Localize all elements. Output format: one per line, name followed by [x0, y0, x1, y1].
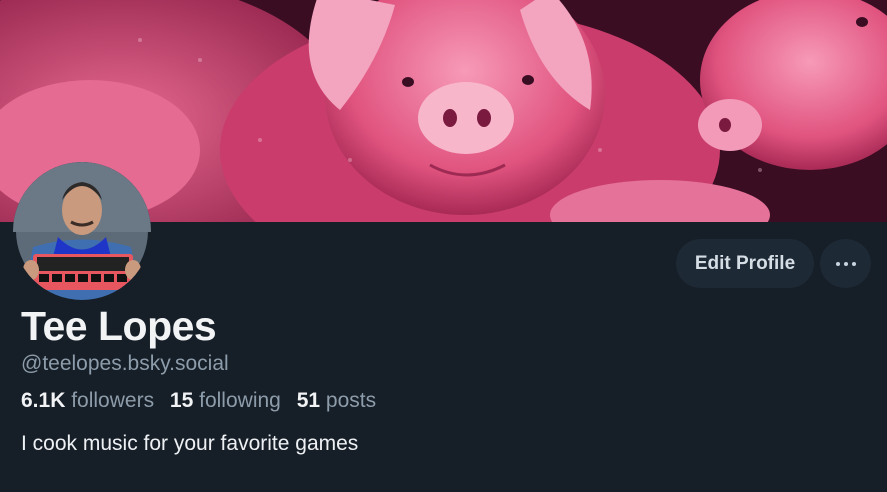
followers-link[interactable]: 6.1K followers	[21, 389, 154, 412]
followers-label: followers	[71, 389, 155, 412]
user-avatar	[13, 162, 151, 300]
profile-bio: I cook music for your favorite games	[21, 432, 359, 455]
following-link[interactable]: 15 following	[170, 389, 281, 412]
following-label: following	[199, 389, 281, 412]
avatar[interactable]	[13, 162, 151, 300]
more-options-button[interactable]	[820, 239, 871, 288]
following-count: 15	[169, 389, 194, 412]
posts-count: 51	[296, 389, 321, 412]
posts-label: posts	[325, 389, 377, 412]
followers-count: 6.1K	[21, 389, 66, 412]
posts-stat: 51 posts	[297, 389, 376, 412]
edit-profile-button[interactable]: Edit Profile	[676, 239, 814, 288]
profile-handle: @teelopes.bsky.social	[21, 352, 229, 375]
display-name: Tee Lopes	[21, 303, 217, 349]
profile-stats: 6.1K followers 15 following 51 posts	[21, 389, 386, 413]
ellipsis-icon	[834, 261, 858, 266]
